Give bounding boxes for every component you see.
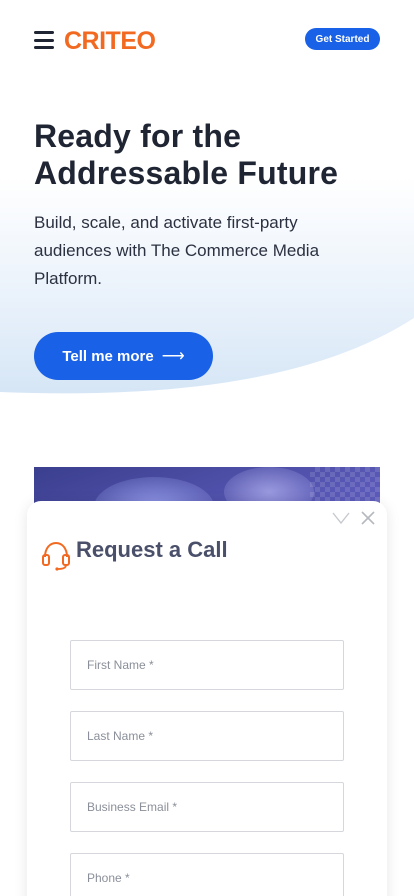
last-name-field[interactable] — [70, 711, 344, 761]
hero-description: Build, scale, and activate first-party a… — [34, 213, 320, 288]
get-started-button[interactable]: Get Started — [305, 28, 380, 50]
modal-title: Request a Call — [76, 537, 228, 562]
svg-text:CRITEO: CRITEO — [64, 28, 156, 52]
arrow-right-icon: ⟶ — [161, 348, 185, 365]
request-call-modal: Request a Call — [27, 501, 387, 896]
phone-field[interactable] — [70, 853, 344, 896]
headset-icon — [42, 541, 70, 571]
top-navigation: CRITEO Get Started — [0, 0, 414, 80]
hero-title: Ready for the Addressable Future — [34, 118, 339, 191]
tell-me-more-button[interactable]: Tell me more ⟶ — [34, 332, 213, 380]
first-name-field[interactable] — [70, 640, 344, 690]
business-email-field[interactable] — [70, 782, 344, 832]
cta-label: Tell me more — [62, 347, 154, 365]
hamburger-menu-icon[interactable] — [34, 31, 54, 49]
criteo-logo[interactable]: CRITEO — [64, 28, 174, 52]
close-icon[interactable] — [361, 511, 375, 525]
chevron-down-icon[interactable] — [332, 512, 350, 524]
